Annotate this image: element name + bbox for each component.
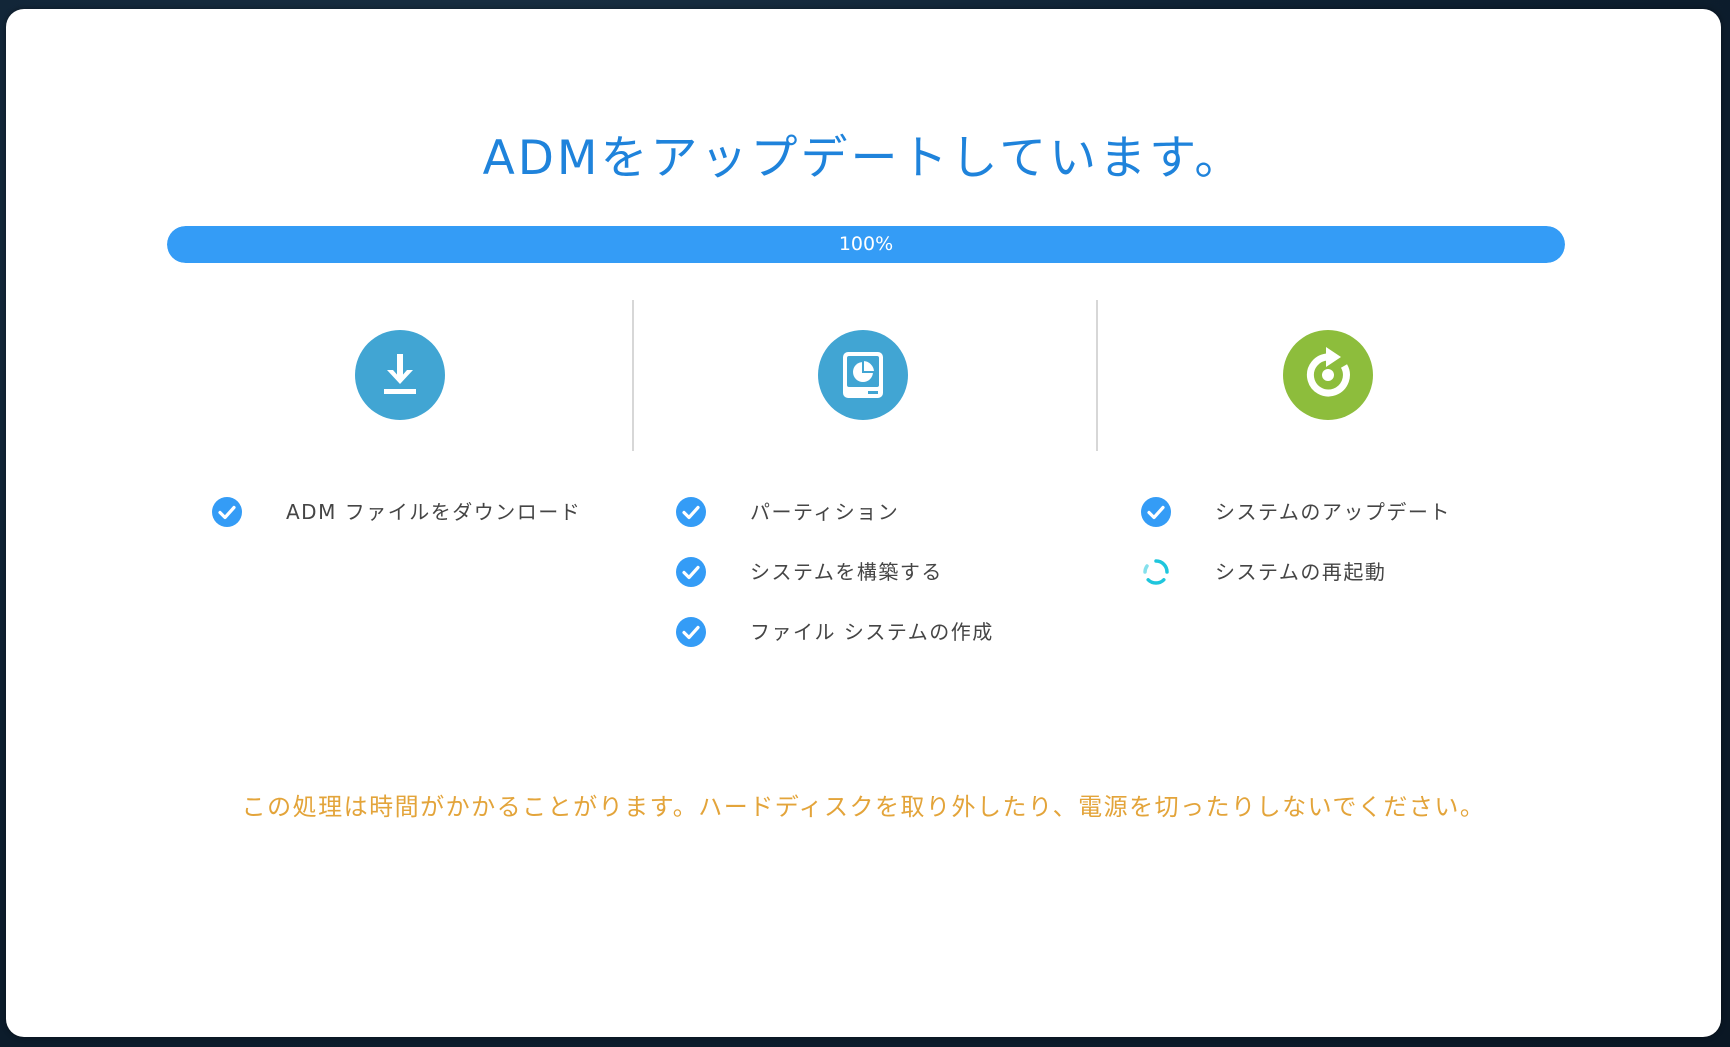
step-label: システムのアップデート <box>1215 500 1451 524</box>
spinner-icon <box>1143 559 1169 585</box>
column-divider <box>1096 300 1098 451</box>
check-icon <box>676 557 706 587</box>
progress-label: 100% <box>838 233 894 255</box>
step-label: パーティション <box>750 500 900 524</box>
step-label: システムの再起動 <box>1215 560 1387 584</box>
download-icon <box>355 330 445 420</box>
step-label: ファイル システムの作成 <box>750 620 994 644</box>
update-dialog: ADMをアップデートしています。 100% ADM ファイルをダウンロード パー… <box>6 9 1721 1037</box>
check-icon <box>212 497 242 527</box>
step-label: ADM ファイルをダウンロード <box>286 500 582 524</box>
check-icon <box>676 617 706 647</box>
warning-message: この処理は時間がかかることがります。ハードディスクを取り外したり、電源を切ったり… <box>241 793 1486 821</box>
column-divider <box>632 300 634 451</box>
hard-drive-icon <box>818 330 908 420</box>
page-title: ADMをアップデートしています。 <box>482 131 1245 186</box>
check-icon <box>1141 497 1171 527</box>
step-label: システムを構築する <box>750 560 943 584</box>
progress-bar: 100% <box>167 226 1565 263</box>
check-icon <box>676 497 706 527</box>
restart-icon <box>1283 330 1373 420</box>
